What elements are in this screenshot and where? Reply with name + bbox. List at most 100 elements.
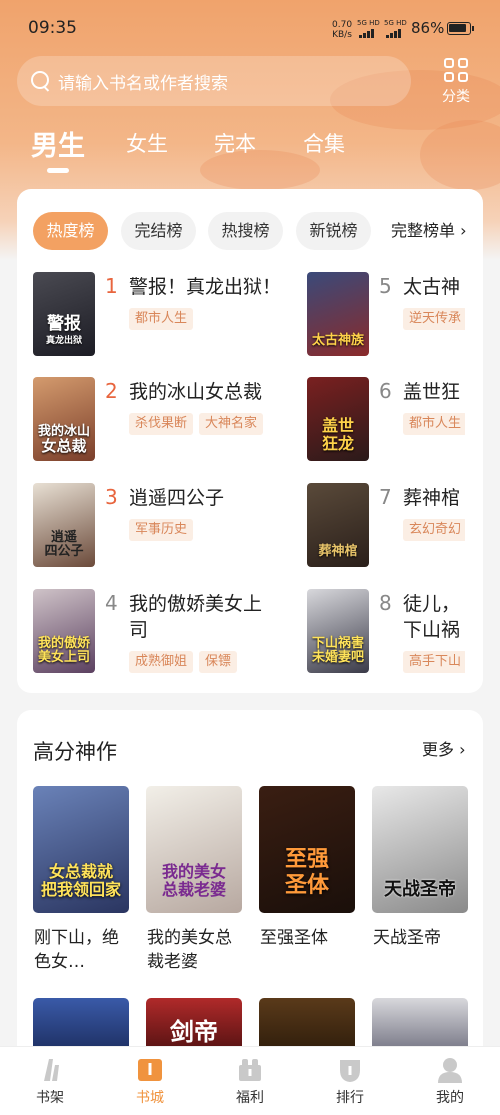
rank-number: 3 [105, 485, 118, 509]
book-title: 太古神 [403, 276, 461, 298]
book-title: 葬神棺 [403, 487, 461, 509]
book-cover: 我的傲娇 美女上司 [33, 589, 95, 673]
book-tags: 军事历史 [129, 519, 194, 541]
tag: 军事历史 [129, 519, 194, 541]
search-input[interactable]: 请输入书名或作者搜索 [17, 56, 411, 106]
ranking-item[interactable]: 太古神族 5 太古神 逆天传承 [307, 272, 465, 362]
book-title[interactable]: 刚下山，绝色女… [34, 926, 134, 974]
book-tags: 都市人生 [403, 413, 465, 435]
tag: 都市人生 [129, 308, 194, 330]
gift-icon [235, 1055, 265, 1085]
rank-number: 7 [379, 485, 392, 509]
tab-collection[interactable]: 合集 [303, 128, 345, 158]
book-cover: 葬神棺 [307, 483, 369, 567]
category-button[interactable]: 分类 [435, 58, 477, 106]
rank-number: 5 [379, 274, 392, 298]
rank-number: 8 [379, 591, 392, 615]
book-tags: 成熟御姐 保镖 [129, 651, 238, 673]
nav-bookshelf[interactable]: 书架 [0, 1047, 100, 1115]
rank-tab-hot[interactable]: 热度榜 [33, 212, 108, 250]
rank-number: 2 [105, 379, 118, 403]
nav-book-store[interactable]: 书城 [100, 1047, 200, 1115]
nav-label: 福利 [236, 1090, 264, 1106]
trophy-icon [335, 1055, 365, 1085]
tab-female[interactable]: 女生 [126, 128, 168, 158]
profile-icon [435, 1055, 465, 1085]
book-cover[interactable]: 女总裁就 把我领回家 [33, 786, 129, 913]
ranking-item[interactable]: 盖世 狂龙 6 盖世狂 都市人生 [307, 377, 465, 467]
nav-benefits[interactable]: 福利 [200, 1047, 300, 1115]
ranking-item[interactable]: 葬神棺 7 葬神棺 玄幻奇幻 [307, 483, 465, 573]
ranking-item[interactable]: 我的傲娇 美女上司 4 我的傲娇美女上司 成熟御姐 保镖 [33, 589, 283, 679]
nav-profile[interactable]: 我的 [400, 1047, 500, 1115]
book-cover: 盖世 狂龙 [307, 377, 369, 461]
rank-number: 6 [379, 379, 392, 403]
ranking-card: 热度榜 完结榜 热搜榜 新锐榜 完整榜单 › 警报 真龙出狱 1 警报！真龙出狱！… [17, 189, 483, 693]
tag: 成熟御姐 [129, 651, 194, 673]
search-icon [30, 70, 52, 92]
book-cover: 警报 真龙出狱 [33, 272, 95, 356]
nav-ranking[interactable]: 排行 [300, 1047, 400, 1115]
tag: 逆天传承 [403, 308, 465, 330]
ranking-item[interactable]: 警报 真龙出狱 1 警报！真龙出狱！ 都市人生 [33, 272, 283, 362]
tag: 杀伐果断 [129, 413, 194, 435]
status-time: 09:35 [28, 18, 77, 38]
book-store-icon [135, 1055, 165, 1085]
ranking-item[interactable]: 逍遥 四公子 3 逍遥四公子 军事历史 [33, 483, 283, 573]
book-cover: 逍遥 四公子 [33, 483, 95, 567]
tab-indicator [47, 168, 69, 173]
tab-male[interactable]: 男生 [31, 124, 85, 163]
rank-tab-finished[interactable]: 完结榜 [121, 212, 196, 250]
channel-tabs: 男生 女生 完本 合集 [0, 128, 500, 178]
tag: 大神名家 [199, 413, 264, 435]
book-title: 我的傲娇美女上司 [129, 593, 263, 641]
status-bar: 09:35 0.70 KB/s 5G HD 5G HD 86% [0, 0, 500, 56]
book-title: 盖世狂 [403, 381, 461, 403]
bookshelf-icon [35, 1055, 65, 1085]
book-cover[interactable]: 至强 圣体 [259, 786, 355, 913]
network-speed: 0.70 KB/s [332, 20, 353, 40]
grid-icon [444, 58, 468, 82]
book-tags: 杀伐果断 大神名家 [129, 413, 264, 435]
bottom-navigation: 书架 书城 福利 排行 我的 [0, 1046, 500, 1115]
rank-number: 4 [105, 591, 118, 615]
category-label: 分类 [442, 89, 470, 105]
book-cover: 下山祸害 未婚妻吧 [307, 589, 369, 673]
chevron-right-icon: › [459, 740, 466, 759]
section-title: 高分神作 [33, 740, 117, 764]
book-title[interactable]: 至强圣体 [260, 926, 360, 950]
book-title: 逍遥四公子 [129, 487, 225, 509]
sim2-label: 5G HD [384, 19, 407, 27]
ranking-item[interactable]: 下山祸害 未婚妻吧 8 徒儿， 下山祸 高手下山 [307, 589, 465, 679]
ranking-column-right: 太古神族 5 太古神 逆天传承 盖世 狂龙 6 盖世狂 都市人生 葬神棺 7 葬神… [307, 189, 465, 693]
book-title: 我的冰山女总裁 [129, 381, 263, 403]
book-tags: 玄幻奇幻 [403, 519, 465, 541]
ranking-item[interactable]: 我的冰山 女总裁 2 我的冰山女总裁 杀伐果断 大神名家 [33, 377, 283, 467]
sim1-label: 5G HD [357, 19, 380, 27]
nav-label: 我的 [436, 1090, 464, 1106]
book-title: 徒儿， 下山祸 [403, 593, 461, 641]
book-cover: 太古神族 [307, 272, 369, 356]
book-cover[interactable]: 天战圣帝 [372, 786, 468, 913]
battery-percent: 86% [411, 19, 445, 37]
book-title: 警报！真龙出狱！ [129, 276, 282, 298]
tab-completed[interactable]: 完本 [214, 128, 256, 158]
tag: 都市人生 [403, 413, 465, 435]
book-cover: 我的冰山 女总裁 [33, 377, 95, 461]
book-title[interactable]: 我的美女总裁老婆 [147, 926, 247, 974]
tag: 保镖 [199, 651, 238, 673]
battery-icon [447, 22, 474, 35]
book-tags: 都市人生 [129, 308, 194, 330]
nav-label: 书城 [136, 1090, 164, 1106]
tag: 高手下山 [403, 651, 465, 673]
rank-tab-search[interactable]: 热搜榜 [208, 212, 283, 250]
book-cover[interactable]: 我的美女 总裁老婆 [146, 786, 242, 913]
search-placeholder: 请输入书名或作者搜索 [58, 73, 228, 94]
more-link[interactable]: 更多 › [422, 736, 466, 760]
signal-icon [386, 29, 401, 38]
book-title[interactable]: 天战圣帝 [373, 926, 473, 950]
high-score-section: 高分神作 更多 › 女总裁就 把我领回家 刚下山，绝色女… 我的美女 总裁老婆 我的… [17, 710, 483, 1070]
book-tags: 高手下山 [403, 651, 465, 673]
signal-icon [359, 29, 374, 38]
rank-number: 1 [105, 274, 118, 298]
